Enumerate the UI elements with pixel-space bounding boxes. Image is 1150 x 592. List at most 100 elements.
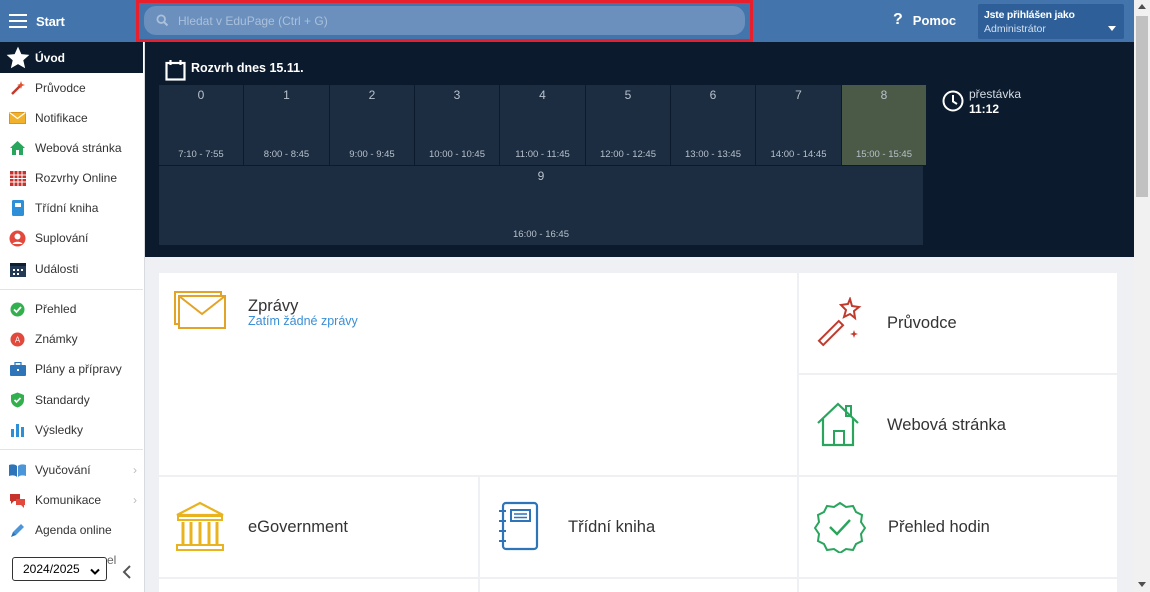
envelope-icon (0, 112, 35, 124)
lesson-time: 15:00 - 15:45 (856, 149, 912, 160)
lesson-cell[interactable]: 3 10:00 - 10:45 (415, 85, 499, 165)
tile-partial[interactable] (159, 579, 478, 592)
scroll-thumb[interactable] (1136, 16, 1148, 197)
sidebar-divider (0, 449, 143, 450)
sidebar-item-label: Suplování (35, 231, 89, 245)
scroll-down-arrow-icon[interactable] (1138, 582, 1146, 587)
lesson-cell[interactable]: 6 13:00 - 13:45 (671, 85, 755, 165)
tile-partial[interactable] (480, 579, 797, 592)
sidebar-item-label: Webová stránka (35, 141, 122, 155)
user-label: Jste přihlášen jako (984, 9, 1075, 21)
lesson-number: 3 (453, 88, 461, 102)
lesson-time: 8:00 - 8:45 (263, 149, 310, 160)
break-label: přestávka (969, 87, 1022, 101)
sidebar-item-znamky[interactable]: A Známky (0, 324, 143, 354)
pencil-icon (0, 522, 35, 538)
lesson-cell[interactable]: 7 14:00 - 14:45 (756, 85, 841, 165)
bar-chart-icon (0, 423, 35, 437)
tile-website[interactable]: Webová stránka (799, 375, 1117, 475)
sidebar-item-rozvrhy-online[interactable]: Rozvrhy Online (0, 163, 143, 193)
sidebar-item-suplovani[interactable]: Suplování (0, 223, 143, 253)
break-indicator: přestávka 11:12 (942, 87, 1021, 117)
sidebar-item-tridni-kniha[interactable]: Třídní kniha (0, 193, 143, 223)
lesson-cell[interactable]: 1 8:00 - 8:45 (244, 85, 329, 165)
sidebar-item-agenda-online[interactable]: Agenda online (0, 515, 143, 545)
sidebar-item-komunikace[interactable]: Komunikace › (0, 485, 143, 515)
chevron-right-icon: › (133, 463, 137, 477)
lesson-number: 0 (197, 88, 205, 102)
tile-wizard[interactable]: Průvodce (799, 273, 1117, 373)
lesson-time: 16:00 - 16:45 (513, 229, 569, 240)
start-menu-button[interactable]: Start (0, 0, 143, 42)
collapse-sidebar-button[interactable] (119, 563, 135, 581)
magic-wand-icon (0, 80, 35, 96)
sidebar-item-label: Výsledky (35, 423, 84, 437)
break-time: 11:12 (969, 102, 1000, 116)
sidebar-item-label: Notifikace (35, 111, 88, 125)
sidebar-item-label: Přehled (35, 302, 77, 316)
sidebar-item-label: Agenda online (35, 523, 112, 537)
svg-text:A: A (15, 335, 21, 344)
tile-attendance-overview[interactable]: Přehled hodin (799, 477, 1117, 577)
shield-check-icon (0, 392, 35, 408)
tile-title: Průvodce (887, 314, 957, 332)
sidebar-item-label: Události (35, 262, 79, 276)
lesson-time: 7:10 - 7:55 (178, 149, 224, 160)
sidebar-item-label: Známky (35, 332, 78, 346)
lesson-time: 9:00 - 9:45 (349, 149, 395, 160)
sidebar-item-webova-stranka[interactable]: Webová stránka (0, 133, 143, 163)
house-icon (815, 401, 861, 452)
timetable-grid-icon (0, 170, 35, 186)
lesson-number: 9 (537, 169, 545, 183)
sidebar-item-label: Průvodce (35, 81, 86, 95)
lesson-cell-current[interactable]: 8 15:00 - 15:45 (842, 85, 926, 165)
lesson-number: 7 (795, 88, 802, 102)
lesson-cell[interactable]: 0 7:10 - 7:55 (159, 85, 243, 165)
lesson-time: 11:00 - 11:45 (515, 149, 570, 160)
magic-wand-icon (814, 295, 864, 352)
lesson-number: 1 (283, 88, 290, 102)
lesson-cell[interactable]: 4 11:00 - 11:45 (500, 85, 585, 165)
sidebar-item-uvod[interactable]: Úvod (0, 42, 143, 73)
lesson-number: 6 (709, 88, 717, 102)
school-year-select[interactable]: 2024/2025 (12, 557, 107, 581)
lesson-number: 2 (368, 88, 376, 102)
lesson-time: 12:00 - 12:45 (600, 149, 656, 160)
open-book-icon (0, 463, 35, 477)
check-circle-icon (0, 302, 35, 317)
sidebar-item-udalosti[interactable]: Události (0, 254, 143, 284)
user-menu[interactable]: Jste přihlášen jako Administrátor (978, 4, 1124, 39)
user-role: Administrátor (984, 23, 1046, 35)
lesson-cell[interactable]: 5 12:00 - 12:45 (586, 85, 670, 165)
sidebar-item-prehled[interactable]: Přehled (0, 294, 143, 324)
sidebar-item-vyucovani[interactable]: Vyučování › (0, 455, 143, 485)
lesson-time: 14:00 - 14:45 (770, 149, 827, 160)
sidebar-item-label: Úvod (35, 50, 65, 65)
lesson-time: 10:00 - 10:45 (429, 149, 485, 160)
star-icon (0, 45, 35, 71)
lesson-number: 5 (624, 88, 632, 102)
help-button[interactable]: ? Pomoc (893, 11, 956, 29)
partial-menu-text: el (107, 553, 117, 567)
lesson-cell[interactable]: 2 9:00 - 9:45 (330, 85, 414, 165)
calendar-icon (165, 59, 186, 86)
sidebar-item-vysledky[interactable]: Výsledky (0, 415, 143, 445)
sidebar-item-pruvodce[interactable]: Průvodce (0, 73, 143, 103)
chevron-right-icon: › (133, 493, 137, 507)
tile-partial[interactable] (799, 579, 1117, 592)
notebook-icon (0, 200, 35, 216)
tile-classbook[interactable]: Třídní kniha (480, 477, 797, 577)
lesson-cell[interactable]: 9 16:00 - 16:45 (159, 166, 923, 245)
scroll-up-arrow-icon[interactable] (1138, 4, 1146, 9)
sidebar-item-plany-a-pripravy[interactable]: Plány a přípravy (0, 354, 143, 384)
help-label: Pomoc (912, 12, 957, 28)
start-label: Start (36, 13, 65, 29)
clock-icon (942, 90, 964, 116)
sidebar-item-notifikace[interactable]: Notifikace (0, 103, 143, 133)
tile-messages[interactable]: Zprávy Zatím žádné zprávy (159, 273, 797, 475)
page-scrollbar[interactable] (1134, 0, 1150, 592)
sidebar-item-label: Třídní kniha (35, 201, 99, 215)
tile-egovernment[interactable]: eGovernment (159, 477, 478, 577)
sidebar-item-standardy[interactable]: Standardy (0, 385, 143, 415)
messages-status-link[interactable]: Zatím žádné zprávy (248, 314, 358, 328)
